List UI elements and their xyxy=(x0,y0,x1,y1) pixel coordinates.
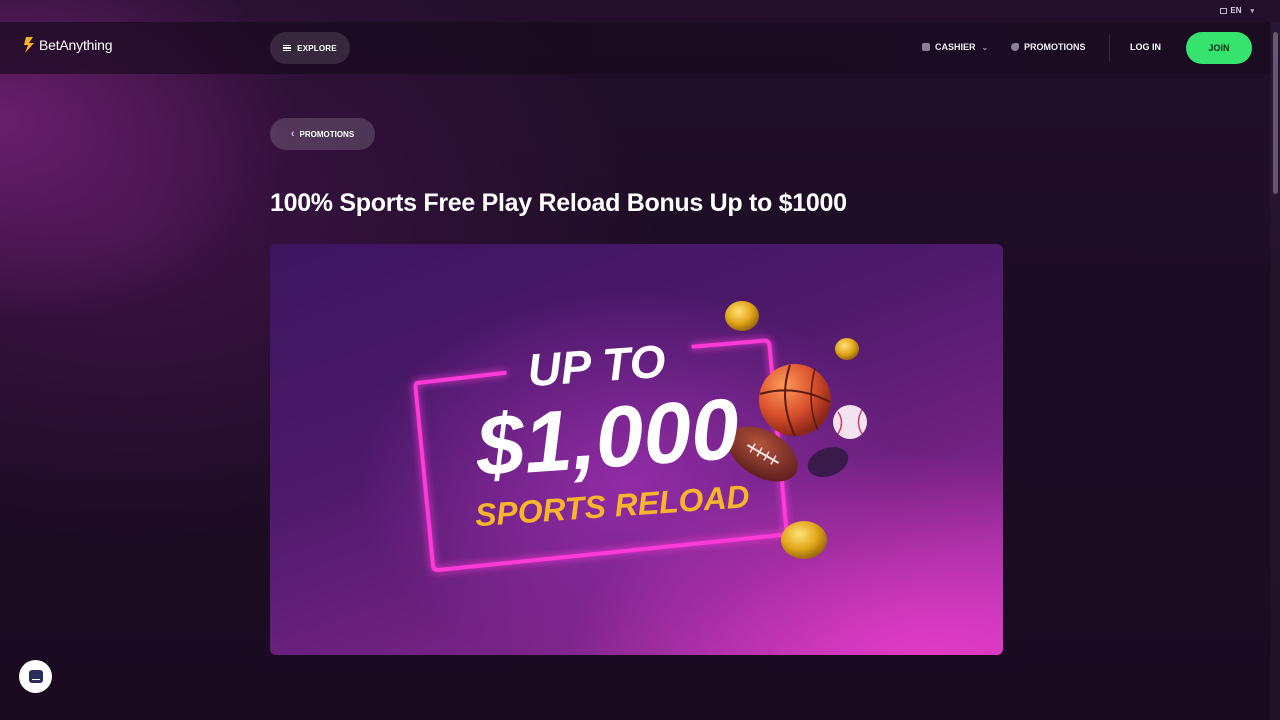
language-label: EN xyxy=(1230,6,1242,15)
chat-icon xyxy=(28,670,43,683)
explore-button[interactable]: EXPLORE xyxy=(270,32,350,64)
logo-bolt-icon xyxy=(24,37,34,53)
brand-name: BetAnything xyxy=(39,37,113,53)
page-title: 100% Sports Free Play Reload Bonus Up to… xyxy=(270,189,847,217)
gold-coin xyxy=(725,301,759,331)
support-chat-button[interactable] xyxy=(19,660,52,693)
gold-coin xyxy=(781,521,827,559)
header-divider xyxy=(1109,34,1110,62)
hockey-puck-icon xyxy=(807,447,849,477)
flag-icon xyxy=(1220,7,1228,14)
baseball-icon xyxy=(833,405,867,439)
promo-banner: UP TO $1,000 SPORTS RELOAD xyxy=(270,244,1003,655)
tag-icon xyxy=(1011,43,1019,51)
promotions-label: PROMOTIONS xyxy=(1024,42,1086,52)
site-header: BetAnything EXPLORE CASHIER ⌄ PROMOTIONS… xyxy=(0,22,1270,74)
join-button[interactable]: JOIN xyxy=(1186,32,1252,64)
gold-coin xyxy=(835,338,859,360)
back-to-promotions-button[interactable]: ‹ PROMOTIONS xyxy=(270,118,375,150)
language-selector[interactable]: EN ▾ xyxy=(1220,6,1254,15)
wallet-icon xyxy=(922,43,930,51)
back-label: PROMOTIONS xyxy=(299,129,355,139)
promotions-link[interactable]: PROMOTIONS xyxy=(1011,42,1086,52)
chevron-down-icon: ⌄ xyxy=(981,42,989,52)
menu-icon xyxy=(283,45,292,51)
explore-label: EXPLORE xyxy=(297,43,337,53)
scrollbar-thumb[interactable] xyxy=(1273,32,1278,194)
chevron-down-icon: ▾ xyxy=(1250,7,1254,15)
top-utility-bar: EN ▾ xyxy=(0,0,1280,22)
basketball-icon xyxy=(759,364,831,437)
banner-line-2: $1,000 xyxy=(472,381,742,495)
banner-artwork: UP TO $1,000 SPORTS RELOAD xyxy=(413,301,867,572)
cashier-menu[interactable]: CASHIER ⌄ xyxy=(922,42,988,52)
cashier-label: CASHIER xyxy=(935,42,976,52)
chevron-left-icon: ‹ xyxy=(290,127,295,140)
brand-logo[interactable]: BetAnything xyxy=(22,36,112,54)
login-button[interactable]: LOG IN xyxy=(1130,42,1161,52)
